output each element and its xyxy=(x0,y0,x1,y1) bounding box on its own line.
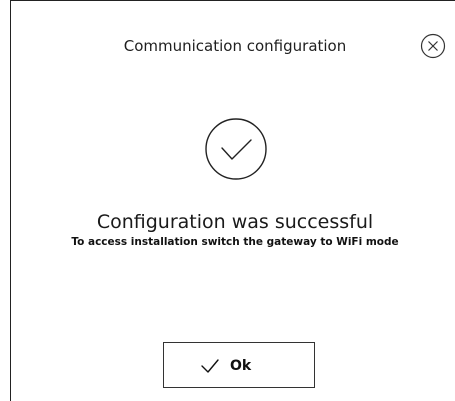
success-heading: Configuration was successful xyxy=(96,211,374,233)
check-circle-icon xyxy=(204,117,268,181)
close-circle-icon xyxy=(420,33,446,59)
success-message: To access installation switch the gatewa… xyxy=(71,236,399,248)
ok-button-content: Ok xyxy=(200,357,251,375)
ok-button[interactable]: Ok xyxy=(163,342,315,388)
ok-button-label: Ok xyxy=(230,358,252,374)
dialog-title: Communication configuration xyxy=(123,37,347,55)
close-button[interactable] xyxy=(420,33,446,59)
dialog-border-left xyxy=(10,0,11,401)
dialog: Communication configuration Configuratio… xyxy=(0,0,455,401)
dialog-border-top xyxy=(10,0,455,1)
check-icon xyxy=(201,359,219,373)
